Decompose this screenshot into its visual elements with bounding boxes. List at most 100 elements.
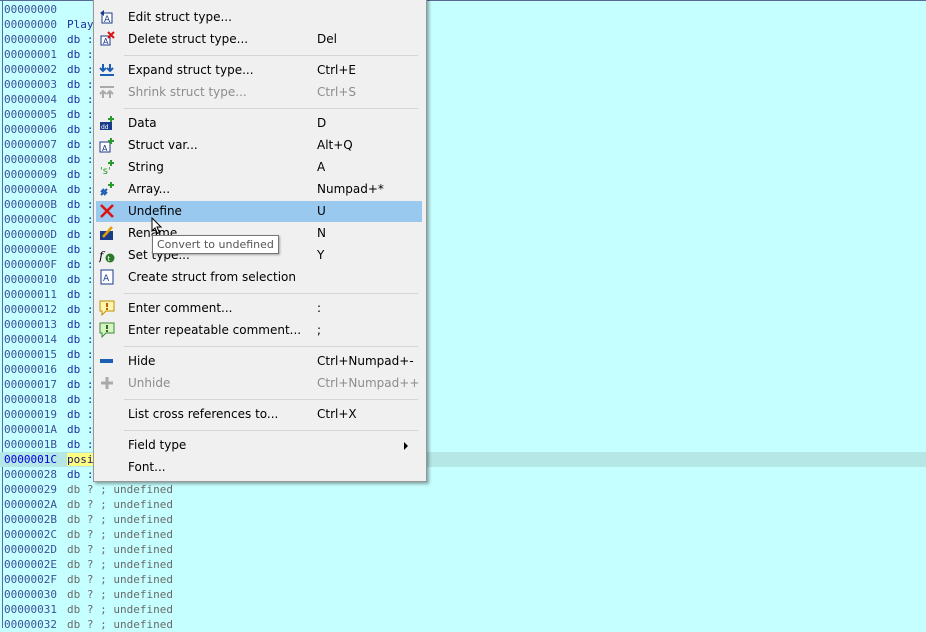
listing-row[interactable]: 00000017 db : — [4, 377, 94, 392]
row-text: db : — [67, 303, 94, 316]
svg-text:A: A — [104, 15, 111, 25]
row-address: 00000032 — [4, 618, 57, 631]
row-address: 00000018 — [4, 393, 57, 406]
listing-row[interactable]: 0000001A db : — [4, 422, 94, 437]
row-address: 00000006 — [4, 123, 57, 136]
listing-row[interactable]: 00000000 — [4, 2, 67, 17]
row-address: 0000001A — [4, 423, 57, 436]
row-text: db : — [67, 333, 94, 346]
tooltip: Convert to undefined — [152, 235, 279, 254]
listing-row[interactable]: 00000032 db ? ; undefined — [4, 617, 173, 632]
menu-item-enter-repeatable-comment[interactable]: Enter repeatable comment... ; — [96, 320, 422, 341]
listing-row[interactable]: 00000003 db : — [4, 77, 94, 92]
row-address: 00000011 — [4, 288, 57, 301]
listing-row[interactable]: 00000018 db : — [4, 392, 94, 407]
row-address: 00000009 — [4, 168, 57, 181]
listing-row[interactable]: 00000015 db : — [4, 347, 94, 362]
listing-row[interactable]: 00000012 db : — [4, 302, 94, 317]
set-type-icon: ft — [99, 249, 115, 263]
menu-item-list-xrefs[interactable]: List cross references to... Ctrl+X — [96, 404, 422, 425]
row-address: 00000004 — [4, 93, 57, 106]
listing-row[interactable]: 00000013 db : — [4, 317, 94, 332]
listing-row[interactable]: 0000002F db ? ; undefined — [4, 572, 173, 587]
listing-row[interactable]: 0000000E db : — [4, 242, 94, 257]
listing-row[interactable]: 0000002C db ? ; undefined — [4, 527, 173, 542]
listing-row[interactable]: 0000000F db : — [4, 257, 94, 272]
menu-item-font[interactable]: Font... — [96, 457, 422, 478]
menu-item-data[interactable]: dd Data D — [96, 113, 422, 134]
row-text: posi — [67, 453, 94, 466]
menu-item-field-type[interactable]: Field type — [96, 435, 422, 456]
listing-row[interactable]: 00000000 db : — [4, 32, 94, 47]
menu-item-expand-struct[interactable]: Expand struct type... Ctrl+E — [96, 60, 422, 81]
listing-row[interactable]: 00000002 db : — [4, 62, 94, 77]
listing-left-border — [2, 0, 3, 628]
menu-shortcut: N — [317, 226, 326, 240]
listing-row[interactable]: 0000002A db ? ; undefined — [4, 497, 173, 512]
array-icon — [100, 182, 114, 196]
listing-row[interactable]: 0000002E db ? ; undefined — [4, 557, 173, 572]
listing-row[interactable]: 00000019 db : — [4, 407, 94, 422]
listing-row[interactable]: 00000014 db : — [4, 332, 94, 347]
row-address: 0000002D — [4, 543, 57, 556]
menu-separator — [124, 108, 418, 109]
menu-label: Delete struct type... — [128, 32, 249, 46]
row-text: db : — [67, 348, 94, 361]
menu-item-unhide: Unhide Ctrl+Numpad++ — [96, 373, 422, 394]
listing-row[interactable]: 00000000 Play — [4, 17, 94, 32]
menu-item-enter-comment[interactable]: Enter comment... : — [96, 298, 422, 319]
svg-text:dd: dd — [101, 124, 109, 131]
listing-row[interactable]: 00000010 db : — [4, 272, 94, 287]
svg-text:'s': 's' — [100, 166, 111, 175]
unhide-plus-icon — [101, 377, 113, 389]
menu-label: Expand struct type... — [128, 63, 254, 77]
menu-label: Struct var... — [128, 138, 198, 152]
menu-item-delete-struct[interactable]: A Delete struct type... Del — [96, 29, 422, 50]
listing-row[interactable]: 00000007 db : — [4, 137, 94, 152]
menu-item-shrink-struct: Shrink struct type... Ctrl+S — [96, 82, 422, 103]
listing-row[interactable]: 00000029 db ? ; undefined — [4, 482, 173, 497]
row-text: db ? ; undefined — [67, 618, 173, 631]
menu-item-edit-struct[interactable]: A Edit struct type... — [96, 7, 422, 28]
undefine-x-icon — [100, 204, 114, 218]
menu-item-hide[interactable]: Hide Ctrl+Numpad+- — [96, 351, 422, 372]
row-text: db ? ; undefined — [67, 543, 173, 556]
menu-shortcut: ; — [317, 323, 322, 337]
menu-shortcut: Ctrl+Numpad++ — [317, 376, 420, 390]
menu-item-string[interactable]: 's' String A — [96, 157, 422, 178]
row-text: db : — [67, 33, 94, 46]
listing-row[interactable]: 00000028 db : — [4, 467, 94, 482]
listing-row[interactable]: 0000000A db : — [4, 182, 94, 197]
expand-icon — [99, 64, 114, 76]
listing-row[interactable]: 0000001B db : — [4, 437, 94, 452]
listing-row[interactable]: 00000031 db ? ; undefined — [4, 602, 173, 617]
row-address: 00000029 — [4, 483, 57, 496]
row-text: db : — [67, 48, 94, 61]
listing-row[interactable]: 0000002D db ? ; undefined — [4, 542, 173, 557]
listing-row[interactable]: 00000006 db : — [4, 122, 94, 137]
listing-row[interactable]: 0000000B db : — [4, 197, 94, 212]
row-text: db ? ; undefined — [67, 573, 173, 586]
listing-row[interactable]: 00000008 db : — [4, 152, 94, 167]
listing-row[interactable]: 00000001 db : — [4, 47, 94, 62]
listing-row[interactable]: 00000009 db : — [4, 167, 94, 182]
listing-row[interactable]: 00000030 db ? ; undefined — [4, 587, 173, 602]
listing-row[interactable]: 0000000D db : — [4, 227, 94, 242]
menu-item-create-struct[interactable]: A Create struct from selection — [96, 267, 422, 288]
menu-separator — [124, 346, 418, 347]
menu-item-undefine[interactable]: Undefine U — [96, 201, 422, 222]
row-address: 00000000 — [4, 18, 57, 31]
row-text: db : — [67, 63, 94, 76]
listing-row[interactable]: 0000000C db : — [4, 212, 94, 227]
menu-item-struct-var[interactable]: A Struct var... Alt+Q — [96, 135, 422, 156]
create-struct-icon: A — [100, 269, 114, 285]
listing-row[interactable]: 0000001C posi — [4, 452, 94, 467]
listing-row[interactable]: 00000016 db : — [4, 362, 94, 377]
menu-item-array[interactable]: Array... Numpad+* — [96, 179, 422, 200]
listing-row[interactable]: 00000005 db : — [4, 107, 94, 122]
menu-shortcut: Ctrl+X — [317, 407, 357, 421]
row-text: db : — [67, 183, 94, 196]
listing-row[interactable]: 00000004 db : — [4, 92, 94, 107]
listing-row[interactable]: 0000002B db ? ; undefined — [4, 512, 173, 527]
listing-row[interactable]: 00000011 db : — [4, 287, 94, 302]
